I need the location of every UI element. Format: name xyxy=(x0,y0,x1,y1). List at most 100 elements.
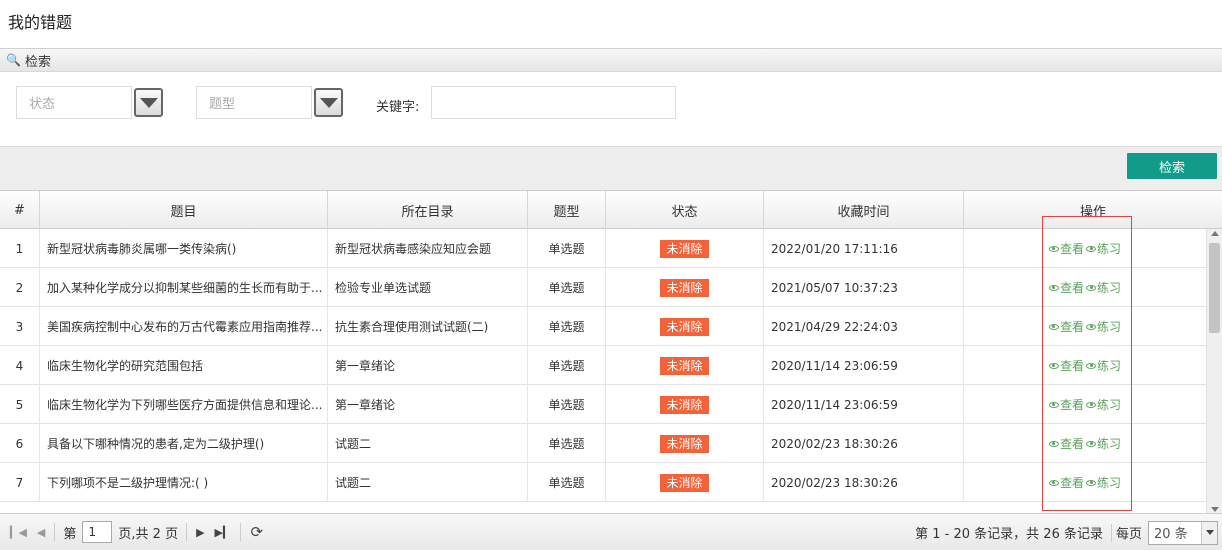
keyword-input[interactable] xyxy=(431,86,676,119)
view-link[interactable]: 查看 xyxy=(1048,318,1084,335)
table-row[interactable]: 5 临床生物化学为下列哪些医疗方面提供信息和理论... 第一章绪论 单选题 未消除 202… xyxy=(0,385,1206,424)
row-time: 2020/11/14 23:06:59 xyxy=(764,385,964,424)
binoculars-icon: 🔍 xyxy=(6,53,21,67)
practice-link-label: 练习 xyxy=(1097,242,1122,256)
search-panel-label: 检索 xyxy=(24,54,51,70)
eye-icon xyxy=(1048,323,1059,330)
view-link[interactable]: 查看 xyxy=(1048,279,1084,296)
type-select[interactable]: 题型 xyxy=(196,86,312,119)
header-title[interactable]: 题目 xyxy=(40,191,328,229)
view-link-label: 查看 xyxy=(1059,359,1084,373)
status-dropdown-button[interactable] xyxy=(134,88,163,117)
scroll-down-icon[interactable] xyxy=(1211,507,1219,512)
row-directory: 第一章绪论 xyxy=(328,346,528,385)
row-status: 未消除 xyxy=(606,424,764,463)
view-link[interactable]: 查看 xyxy=(1048,396,1084,413)
header-type[interactable]: 题型 xyxy=(528,191,606,229)
view-link-label: 查看 xyxy=(1059,242,1084,256)
practice-link-label: 练习 xyxy=(1097,281,1122,295)
row-directory: 新型冠状病毒感染应知应会题 xyxy=(328,229,528,268)
row-status: 未消除 xyxy=(606,463,764,502)
practice-link[interactable]: 练习 xyxy=(1086,435,1121,452)
row-operations: 查看 练习 xyxy=(964,385,1206,424)
next-page-icon[interactable]: ▶ xyxy=(196,526,204,539)
view-link[interactable]: 查看 xyxy=(1048,240,1084,257)
last-page-icon[interactable]: ▶▎ xyxy=(215,526,232,539)
row-time: 2021/05/07 10:37:23 xyxy=(764,268,964,307)
row-operations: 查看 练习 xyxy=(964,268,1206,307)
page-number-input[interactable]: 1 xyxy=(82,521,113,543)
practice-link[interactable]: 练习 xyxy=(1086,240,1121,257)
eye-icon xyxy=(1048,284,1059,291)
row-type: 单选题 xyxy=(528,229,606,268)
status-badge: 未消除 xyxy=(660,473,709,492)
chevron-down-icon[interactable] xyxy=(1201,521,1217,544)
practice-link-label: 练习 xyxy=(1097,320,1122,334)
row-directory: 抗生素合理使用测试试题(二) xyxy=(328,307,528,346)
row-time: 2022/01/20 17:11:16 xyxy=(764,229,964,268)
eye-icon xyxy=(1048,245,1059,252)
view-link[interactable]: 查看 xyxy=(1048,474,1084,491)
eye-icon xyxy=(1048,440,1059,447)
vertical-scrollbar[interactable] xyxy=(1206,229,1222,513)
records-summary: 第 1 - 20 条记录，共 26 条记录 xyxy=(915,527,1103,542)
view-link[interactable]: 查看 xyxy=(1048,357,1084,374)
table-row[interactable]: 1 新型冠状病毒肺炎属哪一类传染病() 新型冠状病毒感染应知应会题 单选题 未消除 202… xyxy=(0,229,1206,268)
row-operations: 查看 练习 xyxy=(964,463,1206,502)
per-page-select[interactable]: 20 条 xyxy=(1148,520,1218,545)
eye-icon xyxy=(1086,362,1096,369)
row-time: 2020/02/23 18:30:26 xyxy=(764,424,964,463)
row-title: 临床生物化学为下列哪些医疗方面提供信息和理论... xyxy=(40,385,328,424)
view-link[interactable]: 查看 xyxy=(1048,435,1084,452)
row-operations: 查看 练习 xyxy=(964,307,1206,346)
row-type: 单选题 xyxy=(528,268,606,307)
status-badge: 未消除 xyxy=(660,317,709,336)
status-badge: 未消除 xyxy=(660,395,709,414)
page-label-pre: 第 xyxy=(63,526,77,542)
first-page-icon[interactable]: ▎◀ xyxy=(10,526,27,539)
row-number: 4 xyxy=(0,346,40,385)
page-title: 我的错题 xyxy=(8,13,73,32)
scroll-up-icon[interactable] xyxy=(1211,231,1219,236)
pager-separator xyxy=(186,523,188,541)
filter-row: 状态 题型 关键字: xyxy=(0,72,1222,146)
status-badge: 未消除 xyxy=(660,278,709,297)
view-link-label: 查看 xyxy=(1059,320,1084,334)
row-type: 单选题 xyxy=(528,424,606,463)
type-dropdown-button[interactable] xyxy=(314,88,343,117)
row-status: 未消除 xyxy=(606,229,764,268)
search-button[interactable]: 检索 xyxy=(1127,153,1217,179)
pager-right: 第 1 - 20 条记录，共 26 条记录 每页 20 条 xyxy=(915,514,1218,550)
header-time[interactable]: 收藏时间 xyxy=(764,191,964,229)
practice-link-label: 练习 xyxy=(1097,437,1122,451)
table-row[interactable]: 4 临床生物化学的研究范围包括 第一章绪论 单选题 未消除 2020/11/14 23:0… xyxy=(0,346,1206,385)
practice-link[interactable]: 练习 xyxy=(1086,474,1121,491)
row-title: 下列哪项不是二级护理情况:( ) xyxy=(40,463,328,502)
scroll-thumb[interactable] xyxy=(1209,243,1220,333)
per-page-value: 20 条 xyxy=(1154,527,1188,542)
prev-page-icon[interactable]: ◀ xyxy=(37,526,45,539)
keyword-label: 关键字: xyxy=(376,100,420,115)
table-row[interactable]: 7 下列哪项不是二级护理情况:( ) 试题二 单选题 未消除 2020/02/23 18:… xyxy=(0,463,1206,502)
eye-icon xyxy=(1086,323,1096,330)
practice-link-label: 练习 xyxy=(1097,476,1122,490)
practice-link[interactable]: 练习 xyxy=(1086,279,1121,296)
row-directory: 第一章绪论 xyxy=(328,385,528,424)
refresh-icon[interactable]: ⟳ xyxy=(250,523,263,541)
table-row[interactable]: 6 具备以下哪种情况的患者,定为二级护理() 试题二 单选题 未消除 2020/02/23… xyxy=(0,424,1206,463)
header-status[interactable]: 状态 xyxy=(606,191,764,229)
row-directory: 试题二 xyxy=(328,463,528,502)
practice-link[interactable]: 练习 xyxy=(1086,396,1121,413)
row-number: 5 xyxy=(0,385,40,424)
eye-icon xyxy=(1048,479,1059,486)
header-directory[interactable]: 所在目录 xyxy=(328,191,528,229)
search-panel-header[interactable]: 🔍 检索 xyxy=(0,48,1222,72)
status-badge: 未消除 xyxy=(660,356,709,375)
row-operations: 查看 练习 xyxy=(964,424,1206,463)
table-row[interactable]: 2 加入某种化学成分以抑制某些细菌的生长而有助于... 检验专业单选试题 单选题 未消除… xyxy=(0,268,1206,307)
eye-icon xyxy=(1086,440,1096,447)
practice-link[interactable]: 练习 xyxy=(1086,357,1121,374)
status-select[interactable]: 状态 xyxy=(16,86,132,119)
table-row[interactable]: 3 美国疾病控制中心发布的万古代霉素应用指南推荐... 抗生素合理使用测试试题(二)… xyxy=(0,307,1206,346)
practice-link[interactable]: 练习 xyxy=(1086,318,1121,335)
